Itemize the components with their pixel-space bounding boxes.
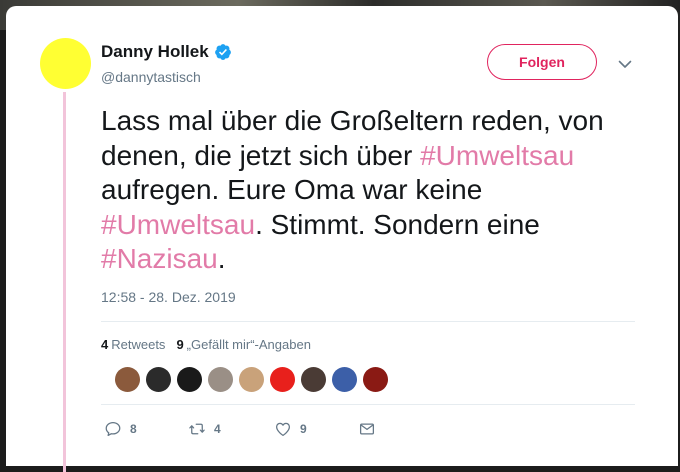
tweet-text-segment: aufregen. Eure Oma war keine bbox=[101, 174, 483, 205]
reply-count: 8 bbox=[130, 422, 137, 436]
retweet-button[interactable]: 4 bbox=[188, 420, 274, 438]
hashtag-link[interactable]: #Umweltsau bbox=[420, 140, 574, 171]
heart-icon bbox=[275, 422, 291, 437]
verified-badge-icon bbox=[214, 44, 231, 60]
likes-count: 9 bbox=[176, 337, 184, 352]
liker-avatar[interactable] bbox=[208, 367, 233, 392]
divider bbox=[101, 321, 635, 322]
tweet-actions: 8 4 9 bbox=[104, 420, 376, 438]
hashtag-link[interactable]: #Nazisau bbox=[101, 243, 218, 274]
hashtag-link[interactable]: #Umweltsau bbox=[101, 209, 255, 240]
liker-avatar[interactable] bbox=[301, 367, 326, 392]
tweet-text-segment: . Stimmt. Sondern eine bbox=[255, 208, 540, 240]
envelope-icon bbox=[359, 423, 375, 435]
retweets-stat[interactable]: 4 Retweets bbox=[101, 337, 165, 352]
tweet-card: Danny Hollek @dannytastisch Folgen Lass … bbox=[6, 6, 678, 472]
author-handle[interactable]: @dannytastisch bbox=[101, 69, 201, 85]
tweet-text-segment: . bbox=[217, 243, 226, 274]
likes-stat[interactable]: 9 „Gefällt mir“-Angaben bbox=[176, 337, 311, 352]
divider bbox=[101, 404, 635, 405]
direct-message-button[interactable] bbox=[358, 420, 376, 438]
chevron-down-icon[interactable] bbox=[617, 56, 633, 72]
liker-avatar[interactable] bbox=[146, 367, 171, 392]
retweet-icon bbox=[189, 423, 205, 435]
retweets-label: Retweets bbox=[111, 337, 166, 352]
liker-avatar[interactable] bbox=[239, 367, 264, 392]
tweet-timestamp[interactable]: 12:58 - 28. Dez. 2019 bbox=[101, 289, 236, 305]
likes-label: „Gefällt mir“-Angaben bbox=[186, 337, 311, 352]
liker-avatar[interactable] bbox=[363, 367, 388, 392]
follow-button[interactable]: Folgen bbox=[487, 44, 597, 80]
liker-avatars bbox=[115, 367, 388, 392]
liker-avatar[interactable] bbox=[332, 367, 357, 392]
liker-avatar[interactable] bbox=[115, 367, 140, 392]
like-count: 9 bbox=[300, 422, 307, 436]
author-name[interactable]: Danny Hollek bbox=[101, 42, 209, 62]
liker-avatar[interactable] bbox=[270, 367, 295, 392]
retweets-count: 4 bbox=[101, 337, 109, 352]
tweet-stats: 4 Retweets 9 „Gefällt mir“-Angaben bbox=[101, 337, 311, 352]
author-name-row[interactable]: Danny Hollek bbox=[101, 42, 232, 62]
thread-line bbox=[63, 92, 66, 472]
reply-icon bbox=[105, 421, 121, 437]
like-button[interactable]: 9 bbox=[274, 420, 358, 438]
reply-button[interactable]: 8 bbox=[104, 420, 188, 438]
author-avatar[interactable] bbox=[40, 38, 91, 89]
tweet-text: Lass mal über die Großeltern reden, von … bbox=[101, 104, 646, 277]
retweet-count: 4 bbox=[214, 422, 221, 436]
liker-avatar[interactable] bbox=[177, 367, 202, 392]
